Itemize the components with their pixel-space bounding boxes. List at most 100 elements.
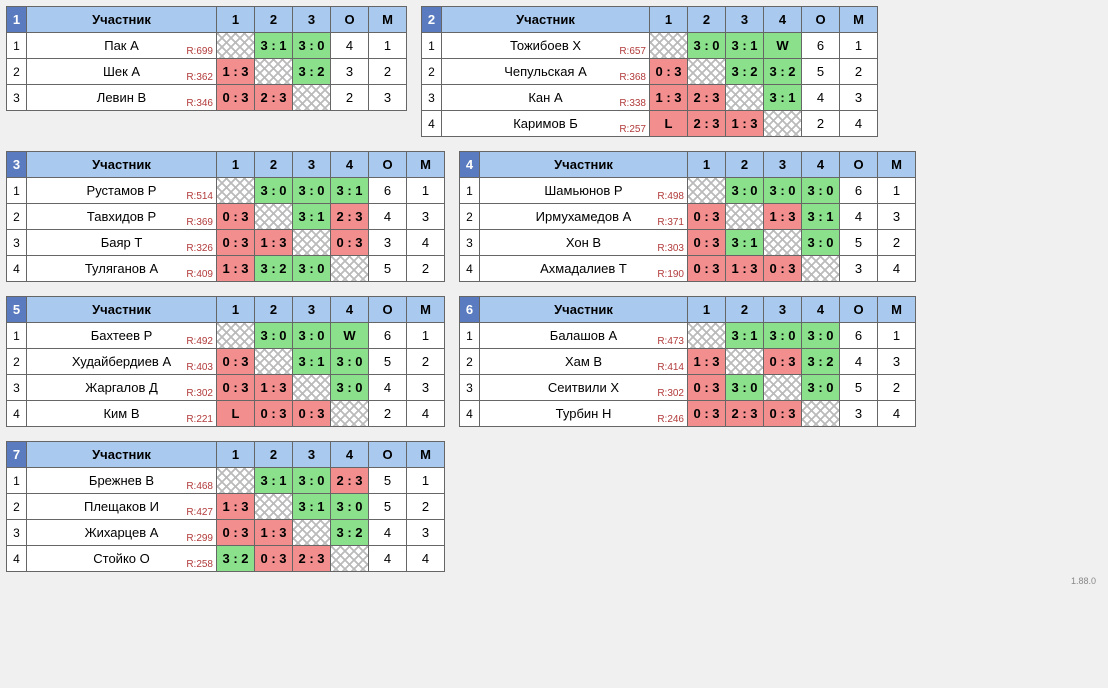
self-cell	[331, 401, 369, 427]
participant-name: Баяр Т	[101, 235, 143, 250]
place-cell: 3	[407, 520, 445, 546]
participant-name: Тавхидов Р	[87, 209, 156, 224]
participant-name: Ирмухамедов А	[536, 209, 632, 224]
participant-name: Бахтеев Р	[91, 328, 153, 343]
participant-cell: Бахтеев РR:492	[27, 323, 217, 349]
place-cell: 4	[878, 256, 916, 282]
self-cell	[217, 33, 255, 59]
seed-cell: 4	[460, 401, 480, 427]
player-row: 3Левин ВR:3460 : 32 : 323	[7, 85, 407, 111]
seed-cell: 4	[460, 256, 480, 282]
result-cell: 0 : 3	[688, 375, 726, 401]
group-table-1: 1Участник123ОМ1Пак АR:6993 : 13 : 0412Ше…	[6, 6, 407, 111]
participant-rating: R:326	[186, 243, 213, 254]
participant-rating: R:190	[657, 269, 684, 280]
participant-name: Шек А	[103, 64, 140, 79]
result-cell: 3 : 2	[726, 59, 764, 85]
group-number: 2	[422, 7, 442, 33]
player-row: 3Хон ВR:3030 : 33 : 13 : 052	[460, 230, 916, 256]
header-round-4: 4	[331, 152, 369, 178]
group-number: 4	[460, 152, 480, 178]
result-cell: 3 : 0	[293, 178, 331, 204]
result-cell: 0 : 3	[764, 401, 802, 427]
result-cell: 3 : 0	[688, 33, 726, 59]
participant-rating: R:514	[186, 191, 213, 202]
self-cell	[255, 349, 293, 375]
points-cell: 6	[369, 178, 407, 204]
place-cell: 2	[878, 230, 916, 256]
result-cell: 3 : 0	[255, 323, 293, 349]
header-place: М	[840, 7, 878, 33]
result-cell: 2 : 3	[331, 204, 369, 230]
header-participant: Участник	[480, 152, 688, 178]
participant-name: Каримов Б	[513, 116, 578, 131]
result-cell: L	[650, 111, 688, 137]
participant-rating: R:246	[657, 414, 684, 425]
participant-cell: Каримов БR:257	[442, 111, 650, 137]
result-cell: 3 : 0	[764, 323, 802, 349]
header-round-4: 4	[764, 7, 802, 33]
result-cell: 0 : 3	[688, 204, 726, 230]
seed-cell: 1	[7, 323, 27, 349]
points-cell: 6	[369, 323, 407, 349]
seed-cell: 2	[7, 349, 27, 375]
group-table-3: 3Участник1234ОМ1Рустамов РR:5143 : 03 : …	[6, 151, 445, 282]
self-cell	[688, 178, 726, 204]
participant-name: Кан А	[528, 90, 562, 105]
result-cell: 1 : 3	[726, 256, 764, 282]
participant-name: Хам В	[565, 354, 602, 369]
result-cell: 0 : 3	[764, 349, 802, 375]
participant-rating: R:468	[186, 481, 213, 492]
points-cell: 3	[840, 256, 878, 282]
self-cell	[764, 111, 802, 137]
header-points: О	[802, 7, 840, 33]
place-cell: 1	[407, 468, 445, 494]
participant-rating: R:414	[657, 362, 684, 373]
result-cell: 0 : 3	[255, 401, 293, 427]
self-cell	[726, 85, 764, 111]
participant-name: Левин В	[97, 90, 146, 105]
result-cell: 1 : 3	[726, 111, 764, 137]
participant-rating: R:362	[186, 72, 213, 83]
place-cell: 2	[407, 256, 445, 282]
self-cell	[764, 230, 802, 256]
self-cell	[293, 85, 331, 111]
seed-cell: 1	[460, 178, 480, 204]
participant-rating: R:498	[657, 191, 684, 202]
result-cell: 3 : 1	[255, 33, 293, 59]
player-row: 4Ахмадалиев ТR:1900 : 31 : 30 : 334	[460, 256, 916, 282]
result-cell: 3 : 1	[293, 349, 331, 375]
participant-name: Туляганов А	[85, 261, 158, 276]
points-cell: 2	[802, 111, 840, 137]
result-cell: 3 : 0	[802, 178, 840, 204]
player-row: 2Тавхидов РR:3690 : 33 : 12 : 343	[7, 204, 445, 230]
seed-cell: 2	[422, 59, 442, 85]
group-number: 5	[7, 297, 27, 323]
place-cell: 1	[369, 33, 407, 59]
place-cell: 3	[407, 375, 445, 401]
group-table-4: 4Участник1234ОМ1Шамьюнов РR:4983 : 03 : …	[459, 151, 916, 282]
result-cell: 0 : 3	[217, 349, 255, 375]
self-cell	[293, 375, 331, 401]
self-cell	[255, 204, 293, 230]
player-row: 3Жаргалов ДR:3020 : 31 : 33 : 043	[7, 375, 445, 401]
points-cell: 3	[840, 401, 878, 427]
place-cell: 1	[878, 323, 916, 349]
participant-cell: Шамьюнов РR:498	[480, 178, 688, 204]
seed-cell: 3	[7, 85, 27, 111]
result-cell: 3 : 0	[802, 230, 840, 256]
participant-cell: Рустамов РR:514	[27, 178, 217, 204]
header-participant: Участник	[27, 442, 217, 468]
group-number: 6	[460, 297, 480, 323]
place-cell: 4	[407, 401, 445, 427]
participant-rating: R:338	[619, 98, 646, 109]
participant-rating: R:403	[186, 362, 213, 373]
participant-rating: R:303	[657, 243, 684, 254]
participant-cell: Ким ВR:221	[27, 401, 217, 427]
header-place: М	[878, 297, 916, 323]
place-cell: 1	[878, 178, 916, 204]
points-cell: 5	[369, 349, 407, 375]
header-round-3: 3	[764, 297, 802, 323]
participant-cell: Турбин НR:246	[480, 401, 688, 427]
place-cell: 2	[407, 494, 445, 520]
